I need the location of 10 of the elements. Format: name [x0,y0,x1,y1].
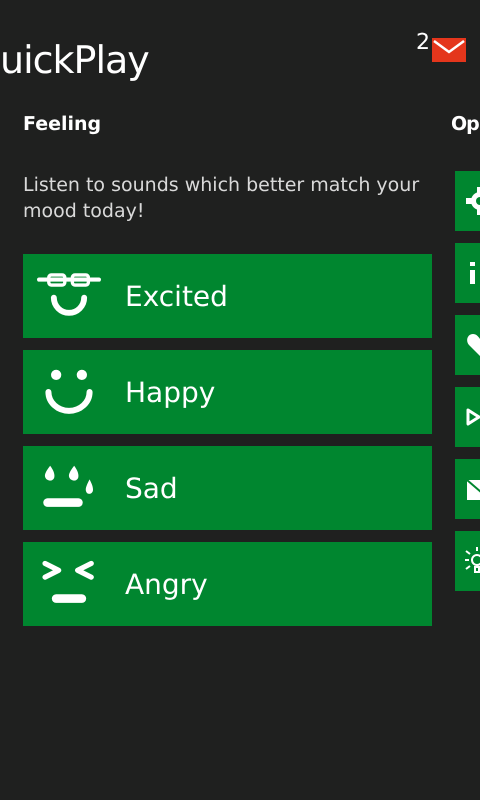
mood-tile[interactable]: Sad [23,446,432,530]
section-header: Feeling [23,112,102,136]
mood-tile[interactable]: Excited [23,254,432,338]
section-description: Listen to sounds which better match your mood today! [23,173,420,224]
mood-tile[interactable]: Happy [23,350,432,434]
section-header: Op [451,112,479,136]
lightbulb-icon [465,546,480,576]
notification-count: 2 [416,30,431,56]
mood-tile[interactable]: Angry [23,542,432,626]
app-title: uickPlay [0,37,149,82]
